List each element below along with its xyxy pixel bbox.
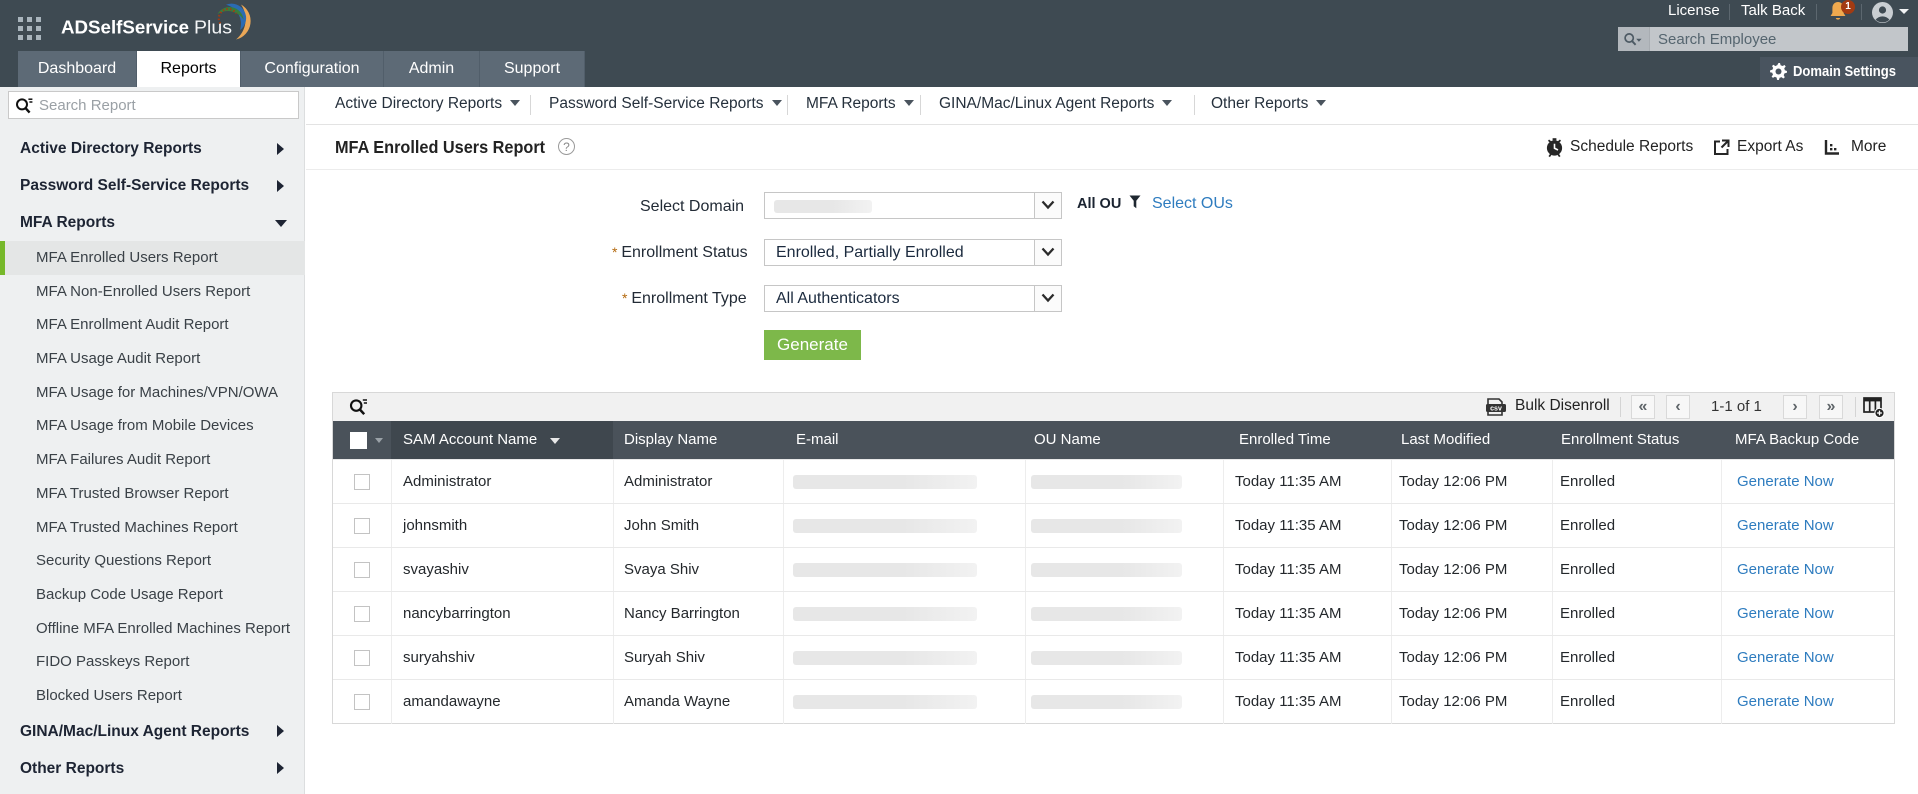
svg-text:ADSelfService: ADSelfService (61, 17, 189, 38)
svg-text:csv: csv (1490, 406, 1502, 413)
